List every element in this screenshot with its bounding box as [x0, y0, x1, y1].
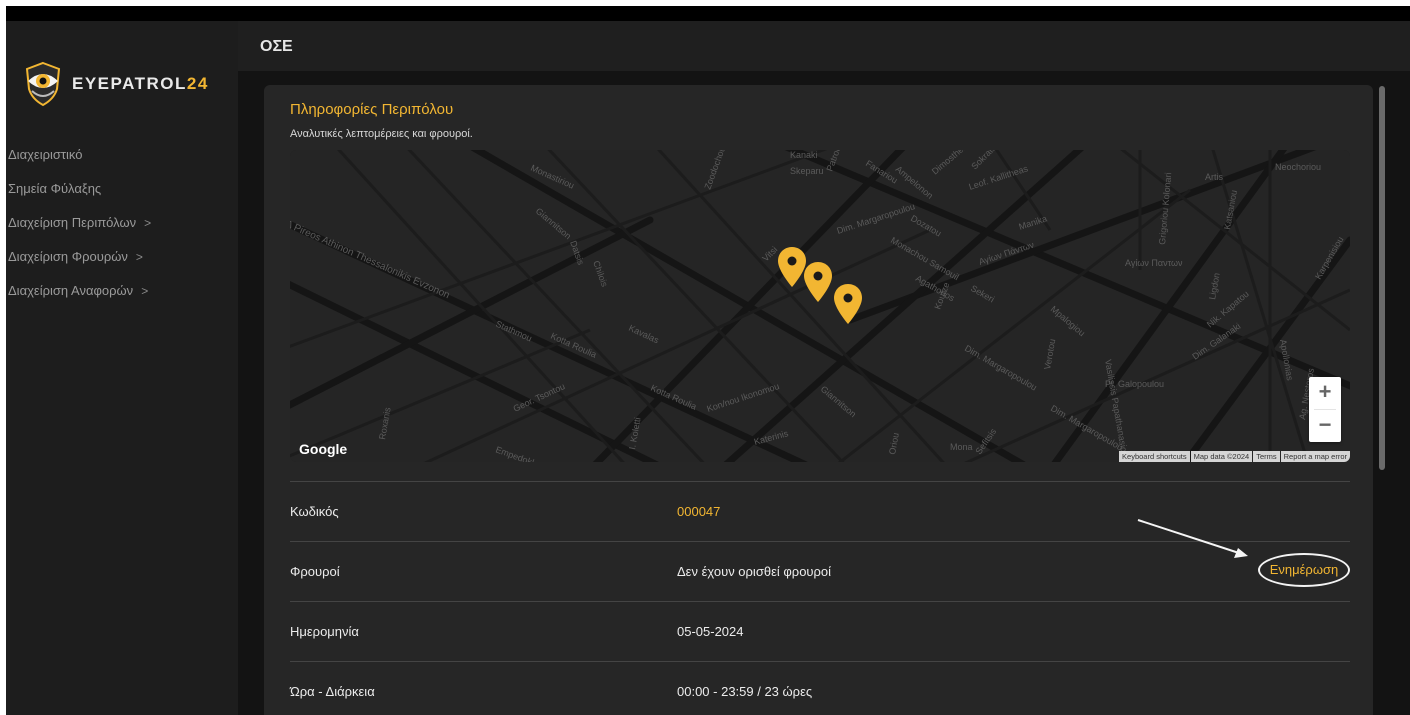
- detail-label: Κωδικός: [290, 504, 339, 519]
- annotation-arrow-icon: [1137, 519, 1248, 558]
- report-map-error-link[interactable]: Report a map error: [1280, 451, 1350, 462]
- map-view[interactable]: Monastiriou Giannitson Datsis Chilois Ka…: [290, 150, 1350, 462]
- detail-label: Φρουροί: [290, 564, 340, 579]
- sidebar-item-guard-points[interactable]: Σημεία Φύλαξης: [8, 172, 238, 206]
- logo-wordmark: EYEPATROL24: [72, 74, 209, 94]
- chevron-right-icon: >: [144, 216, 152, 230]
- chevron-right-icon: >: [141, 284, 149, 298]
- page-scrollbar[interactable]: [1379, 86, 1385, 684]
- map-roads: Monastiriou Giannitson Datsis Chilois Ka…: [290, 150, 1350, 462]
- scrollbar-thumb[interactable]: [1379, 86, 1385, 470]
- detail-value: 05-05-2024: [677, 624, 744, 639]
- card-subtitle: Αναλυτικές λεπτομέρειες και φρουροί.: [290, 128, 473, 140]
- street-label: Neochoriou: [1275, 162, 1321, 172]
- map-data-label: Map data ©2024: [1190, 451, 1253, 462]
- sidebar: EYEPATROL24 Διαχειριστικό Σημεία Φύλαξης…: [6, 21, 238, 715]
- google-logo: Google: [299, 441, 348, 457]
- window-top-strip: [6, 6, 1410, 21]
- sidebar-item-label: Διαχείριση Αναφορών: [8, 283, 134, 298]
- zoom-in-button[interactable]: +: [1309, 377, 1341, 409]
- page-title: ΟΣΕ: [260, 38, 293, 55]
- logo-text-main: EYEPATROL: [72, 74, 187, 93]
- map-zoom-control: + −: [1309, 377, 1341, 442]
- sidebar-item-guard-management[interactable]: Διαχείριση Φρουρών >: [8, 240, 238, 274]
- map-attribution: Keyboard shortcuts Map data ©2024 Terms …: [1118, 451, 1350, 462]
- detail-value: 000047: [677, 504, 721, 519]
- detail-value: 00:00 - 23:59 / 23 ώρες: [677, 684, 813, 699]
- eye-shield-logo-icon: [25, 61, 61, 107]
- sidebar-nav: Διαχειριστικό Σημεία Φύλαξης Διαχείριση …: [8, 138, 238, 308]
- sidebar-item-report-management[interactable]: Διαχείριση Αναφορών >: [8, 274, 238, 308]
- sidebar-item-label: Διαχειριστικό: [8, 147, 83, 162]
- sidebar-item-patrol-management[interactable]: Διαχείριση Περιπόλων >: [8, 206, 238, 240]
- street-label: Mona: [950, 442, 973, 452]
- sidebar-item-admin[interactable]: Διαχειριστικό: [8, 138, 238, 172]
- street-label: Skeparu: [790, 166, 824, 176]
- detail-value: Δεν έχουν ορισθεί φρουροί: [677, 564, 832, 579]
- detail-row-time-duration: Ώρα - Διάρκεια 00:00 - 23:59 / 23 ώρες: [290, 661, 1350, 715]
- sidebar-item-label: Σημεία Φύλαξης: [8, 181, 102, 196]
- app-frame: EYEPATROL24 Διαχειριστικό Σημεία Φύλαξης…: [6, 6, 1410, 715]
- patrol-info-card: Πληροφορίες Περιπόλου Αναλυτικές λεπτομέ…: [264, 85, 1373, 715]
- street-label: Artis: [1205, 172, 1224, 182]
- street-label: Kanaki: [790, 150, 818, 160]
- terms-link[interactable]: Terms: [1253, 451, 1280, 462]
- sidebar-item-label: Διαχείριση Περιπόλων: [8, 215, 137, 230]
- detail-row-date: Ημερομηνία 05-05-2024: [290, 601, 1350, 661]
- update-guards-button[interactable]: Ενημέρωση: [1258, 553, 1350, 587]
- zoom-out-button[interactable]: −: [1309, 410, 1341, 442]
- page-header: ΟΣΕ: [238, 21, 1410, 71]
- street-label: Αγίων Παντων: [1125, 258, 1183, 268]
- detail-label: Ημερομηνία: [290, 624, 359, 639]
- chevron-right-icon: >: [135, 250, 143, 264]
- app-logo[interactable]: EYEPATROL24: [24, 61, 209, 107]
- logo-text-accent: 24: [186, 74, 209, 93]
- keyboard-shortcuts-link[interactable]: Keyboard shortcuts: [1119, 451, 1190, 462]
- card-title: Πληροφορίες Περιπόλου: [290, 101, 454, 118]
- sidebar-item-label: Διαχείριση Φρουρών: [8, 249, 128, 264]
- detail-label: Ώρα - Διάρκεια: [290, 684, 375, 699]
- patrol-details: Κωδικός 000047 Φρουροί Δεν έχουν ορισθεί…: [290, 481, 1350, 715]
